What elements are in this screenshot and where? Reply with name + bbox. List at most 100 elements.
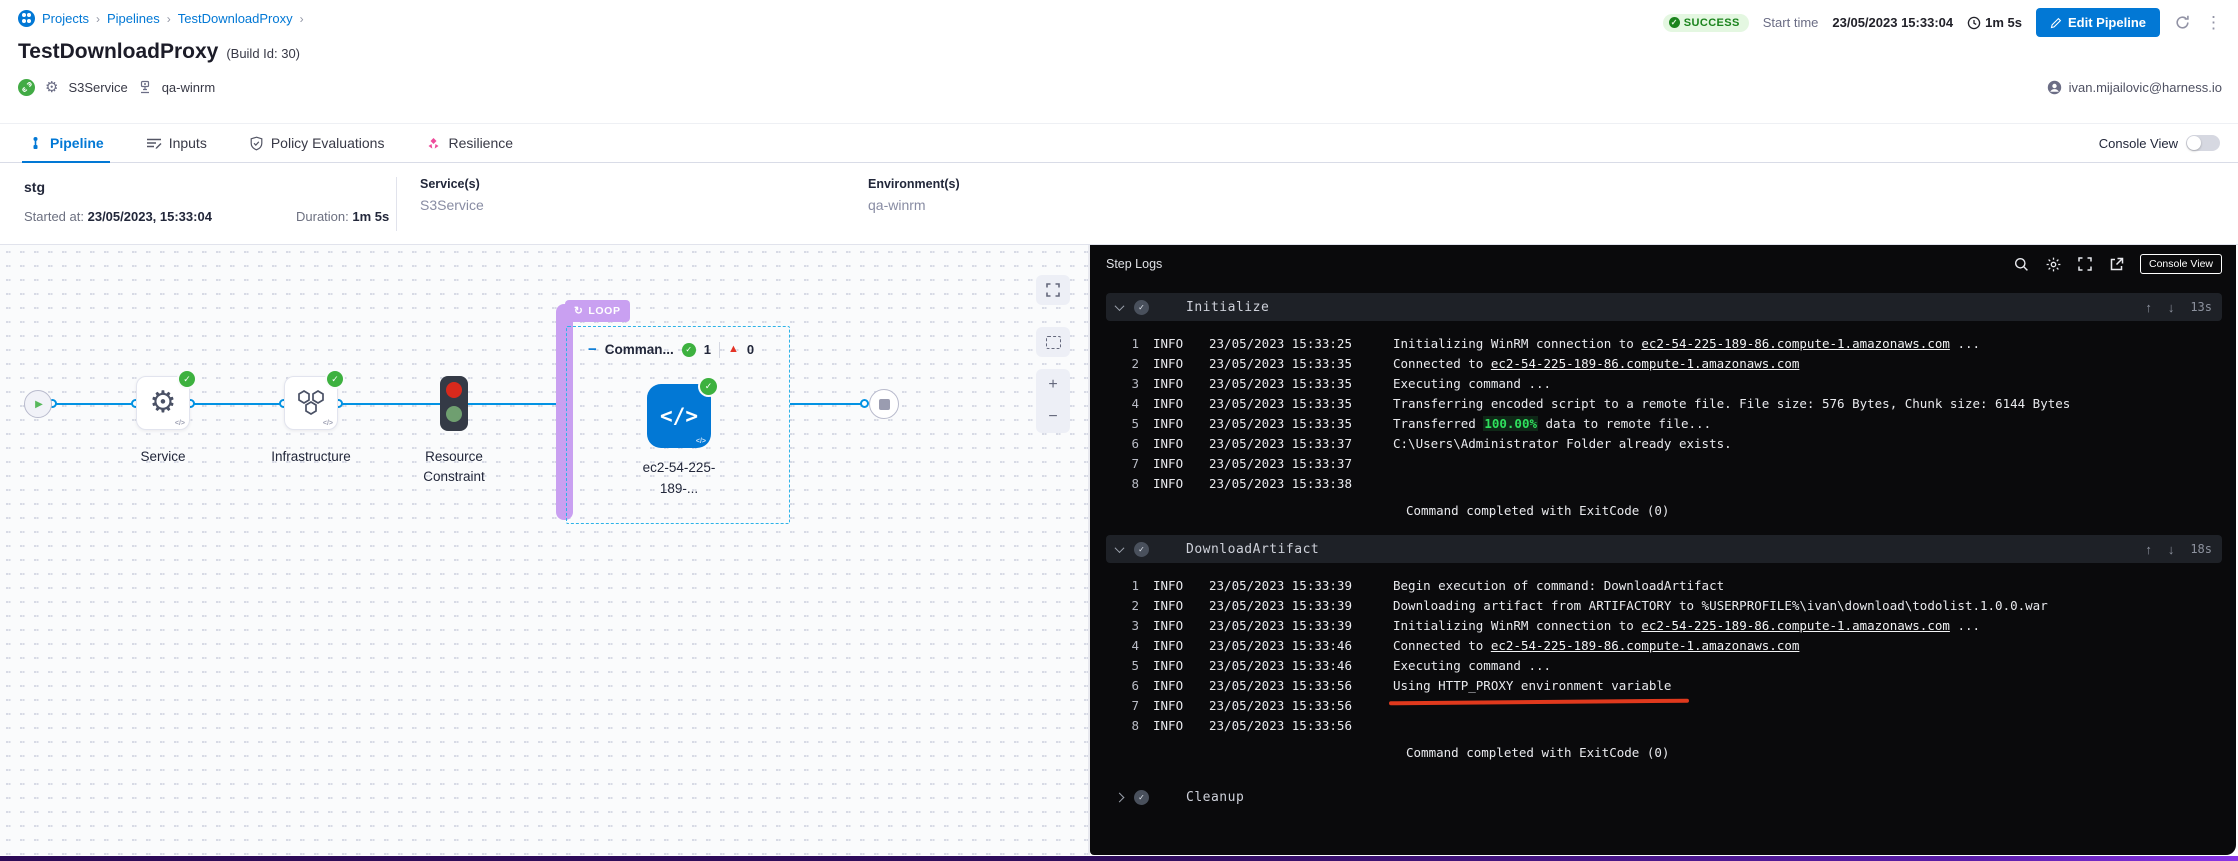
log-host-link[interactable]: ec2-54-225-189-86.compute-1.amazonaws.co… [1491, 638, 1800, 653]
log-host-link[interactable]: ec2-54-225-189-86.compute-1.amazonaws.co… [1491, 356, 1800, 371]
log-line-number: 5 [1119, 414, 1139, 434]
service-tag[interactable]: S3Service [68, 80, 127, 95]
success-check-icon: ✓ [327, 371, 343, 387]
step-logs-panel: Step Logs Console View [1090, 245, 2236, 855]
log-line-number: 4 [1119, 636, 1139, 656]
log-text: Transferring encoded script to a remote … [1393, 396, 2070, 411]
pipeline-icon [28, 136, 43, 151]
stage-name[interactable]: stg [24, 179, 45, 195]
breadcrumb-pipeline-name[interactable]: TestDownloadProxy [178, 11, 293, 26]
refresh-icon [2174, 14, 2191, 31]
edit-pipeline-label: Edit Pipeline [2068, 15, 2146, 30]
log-level: INFO [1153, 434, 1197, 454]
environment-tag[interactable]: qa-winrm [162, 80, 215, 95]
log-section-header[interactable]: ✓DownloadArtifact↑↓18s [1106, 535, 2222, 563]
external-link-icon [2109, 257, 2124, 272]
tabbar: Pipeline Inputs Policy Evaluations Resil… [0, 123, 2238, 163]
log-text: ... [1950, 618, 1980, 633]
server-rack-icon [138, 80, 152, 94]
edit-pipeline-button[interactable]: Edit Pipeline [2036, 8, 2160, 37]
log-timestamp: 23/05/2023 15:33:35 [1209, 394, 1379, 414]
log-timestamp: 23/05/2023 15:33:39 [1209, 616, 1379, 636]
transfer-percent: 100.00% [1483, 416, 1538, 431]
step-logs-actions: Console View [2014, 254, 2222, 274]
pipeline-meta-row: ⚙ S3Service qa-winrm [18, 78, 215, 96]
step-group-name[interactable]: Comman... [605, 342, 674, 357]
graph-edge [190, 403, 284, 405]
log-text: ... [1950, 336, 1980, 351]
breadcrumb-projects[interactable]: Projects [42, 11, 89, 26]
log-level: INFO [1153, 414, 1197, 434]
log-text: Executing command ... [1393, 658, 1551, 673]
user-email: ivan.mijailovic@harness.io [2069, 80, 2222, 95]
scroll-bottom-icon[interactable]: ↓ [2168, 300, 2175, 315]
log-line: 1INFO23/05/2023 15:33:25Initializing Win… [1119, 334, 2222, 354]
log-settings-button[interactable] [2045, 256, 2062, 273]
harness-logo-icon [18, 10, 35, 27]
scroll-top-icon[interactable]: ↑ [2145, 542, 2152, 557]
chevron-right-icon: › [96, 12, 100, 26]
status-text: SUCCESS [1684, 17, 1740, 29]
content: ▶ ⚙ </> ✓ Service </> ✓ Infrastructure [0, 245, 2238, 855]
fit-selection-button[interactable] [1036, 327, 1070, 357]
chevron-down-icon[interactable] [1115, 543, 1125, 553]
log-message: Executing command ... [1393, 374, 1551, 394]
zoom-out-button[interactable]: − [1036, 401, 1070, 433]
log-text: Initializing WinRM connection to [1393, 336, 1641, 351]
tab-inputs[interactable]: Inputs [140, 124, 213, 162]
log-message: Begin execution of command: DownloadArti… [1393, 576, 1724, 596]
services-value[interactable]: S3Service [420, 197, 484, 213]
end-node[interactable] [869, 389, 899, 419]
more-options-button[interactable]: ⋮ [2205, 13, 2222, 33]
fullscreen-button[interactable] [1036, 275, 1070, 305]
build-id: (Build Id: 30) [226, 46, 300, 61]
chevron-down-icon[interactable] [1115, 301, 1125, 311]
collapse-minus-icon[interactable]: − [588, 341, 597, 358]
log-section-header[interactable]: ✓Initialize↑↓13s [1106, 293, 2222, 321]
service-node[interactable]: ⚙ </> ✓ [136, 376, 190, 430]
log-level: INFO [1153, 394, 1197, 414]
graph-edge [790, 403, 868, 405]
console-view-toggle[interactable] [2186, 135, 2220, 151]
chevron-right-icon[interactable] [1115, 792, 1125, 802]
gear-icon: ⚙ [150, 388, 177, 418]
open-in-new-button[interactable] [2109, 257, 2124, 272]
zoom-in-button[interactable]: + [1036, 369, 1070, 401]
log-host-link[interactable]: ec2-54-225-189-86.compute-1.amazonaws.co… [1641, 618, 1950, 633]
environments-value[interactable]: qa-winrm [868, 197, 960, 213]
graph-edge [338, 403, 440, 405]
log-level: INFO [1153, 474, 1197, 494]
console-view-button[interactable]: Console View [2140, 254, 2222, 274]
console-view-toggle-label: Console View [2099, 136, 2178, 151]
tab-policy-evaluations-label: Policy Evaluations [271, 135, 385, 151]
tab-resilience-label: Resilience [448, 135, 513, 151]
infrastructure-node[interactable]: </> ✓ [284, 376, 338, 430]
breadcrumb-pipelines[interactable]: Pipelines [107, 11, 160, 26]
command-step-node[interactable]: </> </> ✓ [647, 384, 711, 448]
toggle-knob [2187, 136, 2201, 150]
step-logs-header: Step Logs Console View [1090, 245, 2236, 283]
shield-check-icon [249, 136, 264, 151]
log-line-number: 5 [1119, 656, 1139, 676]
services-label: Service(s) [420, 177, 484, 191]
tab-pipeline[interactable]: Pipeline [22, 124, 110, 162]
refresh-button[interactable] [2174, 14, 2191, 31]
search-button[interactable] [2014, 257, 2029, 272]
scroll-top-icon[interactable]: ↑ [2145, 300, 2152, 315]
resource-constraint-node[interactable] [440, 376, 468, 431]
scroll-bottom-icon[interactable]: ↓ [2168, 542, 2175, 557]
log-host-link[interactable]: ec2-54-225-189-86.compute-1.amazonaws.co… [1641, 336, 1950, 351]
log-message: C:\Users\Administrator Folder already ex… [1393, 434, 1732, 454]
start-node[interactable]: ▶ [24, 390, 52, 418]
tab-resilience[interactable]: Resilience [420, 124, 519, 162]
expand-panel-button[interactable] [2078, 257, 2093, 272]
step-logs-title: Step Logs [1106, 257, 1162, 271]
title-row: TestDownloadProxy (Build Id: 30) [18, 40, 300, 64]
stop-icon [879, 399, 890, 410]
execution-graph-canvas[interactable]: ▶ ⚙ </> ✓ Service </> ✓ Infrastructure [0, 245, 1090, 855]
gear-icon: ⚙ [45, 78, 58, 96]
log-section-header[interactable]: ✓Cleanup [1106, 783, 2222, 811]
success-check-icon: ✓ [179, 371, 195, 387]
start-time-label: Start time [1763, 15, 1819, 30]
tab-policy-evaluations[interactable]: Policy Evaluations [243, 124, 391, 162]
